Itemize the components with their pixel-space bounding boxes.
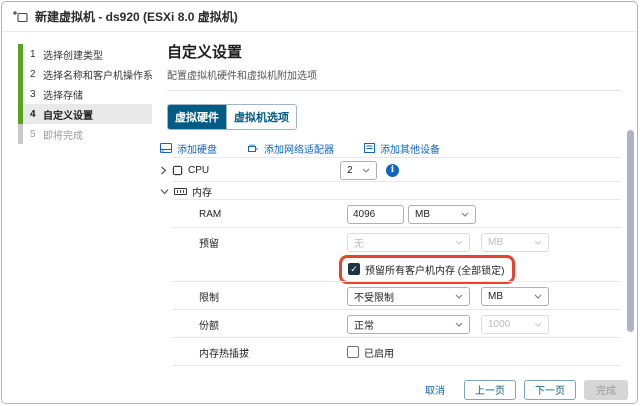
- reserve-all-memory-label: 预留所有客户机内存 (全部锁定): [365, 262, 504, 277]
- cpu-icon: [172, 165, 183, 176]
- dropdown-chevron-icon: [534, 322, 542, 327]
- reservation-label: 预留: [167, 235, 347, 250]
- header-divider: [167, 90, 621, 91]
- ram-row: RAM MB: [167, 200, 621, 228]
- new-vm-wizard-dialog: 新建虚拟机 - ds920 (ESXi 8.0 虚拟机) 1 选择创建类型 2 …: [1, 1, 638, 404]
- page-subtitle: 配置虚拟机硬件和虚拟机附加选项: [167, 67, 637, 82]
- add-network-adapter-link[interactable]: 添加网络适配器: [247, 141, 334, 156]
- finish-button[interactable]: 完成: [584, 380, 628, 400]
- shares-label: 份额: [167, 317, 347, 332]
- scrollbar-thumb[interactable]: [627, 130, 634, 332]
- cpu-row: CPU 2 i: [167, 158, 621, 182]
- add-other-device-link[interactable]: 添加其他设备: [364, 141, 440, 156]
- limit-select[interactable]: 不受限制: [347, 287, 470, 306]
- dropdown-chevron-icon: [534, 240, 542, 245]
- dropdown-chevron-icon: [534, 294, 542, 299]
- add-disk-link[interactable]: 添加硬盘: [160, 141, 217, 156]
- tab-virtual-hardware[interactable]: 虚拟硬件: [168, 105, 226, 129]
- chevron-right-icon[interactable]: [160, 166, 167, 175]
- dropdown-chevron-icon: [455, 322, 463, 327]
- shares-row: 份额 正常 1000: [167, 310, 621, 338]
- hardware-list: 添加硬盘 添加网络适配器: [167, 138, 621, 376]
- network-adapter-icon: [247, 143, 259, 153]
- footer-bar: 取消 上一页 下一页 完成: [2, 376, 637, 403]
- step-item-select-storage[interactable]: 3 选择存储: [18, 84, 152, 104]
- annotation-highlight: ✓ 预留所有客户机内存 (全部锁定): [339, 255, 515, 284]
- dropdown-chevron-icon: [362, 168, 370, 173]
- step-item-ready-to-complete[interactable]: 5 即将完成: [18, 124, 152, 144]
- memory-section-label: 内存: [192, 184, 212, 199]
- memory-hotplug-label: 内存热插拔: [167, 345, 347, 360]
- dialog-title: 新建虚拟机 - ds920 (ESXi 8.0 虚拟机): [35, 8, 238, 25]
- disk-row: 硬盘 1 GB ✕: [167, 366, 621, 376]
- dropdown-chevron-icon: [455, 240, 463, 245]
- limit-unit-select[interactable]: MB: [481, 287, 549, 306]
- step-item-customize-settings[interactable]: 4 自定义设置: [18, 104, 152, 124]
- tab-group: 虚拟硬件 虚拟机选项: [167, 104, 297, 130]
- ram-label: RAM: [167, 209, 347, 220]
- shares-select[interactable]: 正常: [347, 315, 470, 334]
- ram-size-input[interactable]: [347, 205, 404, 224]
- shares-qty-select: 1000: [481, 315, 549, 334]
- reservation-row: 预留 无 MB: [167, 228, 621, 256]
- wizard-content: 自定义设置 配置虚拟机硬件和虚拟机附加选项 虚拟硬件 虚拟机选项: [152, 33, 637, 376]
- next-button[interactable]: 下一页: [524, 380, 576, 400]
- wizard-steps: 1 选择创建类型 2 选择名称和客户机操作系统 3 选择存储 4 自定义设置 5…: [2, 33, 152, 376]
- hard-disk-icon: [160, 143, 172, 153]
- tab-vm-options[interactable]: 虚拟机选项: [226, 105, 296, 129]
- step-label: 自定义设置: [43, 107, 93, 122]
- limit-label: 限制: [167, 289, 347, 304]
- other-device-icon: [364, 143, 375, 153]
- memory-section-row: 内存: [167, 182, 621, 200]
- chevron-down-icon[interactable]: [160, 188, 169, 195]
- ram-unit-select[interactable]: MB: [408, 205, 476, 224]
- page-title: 自定义设置: [167, 41, 637, 62]
- limit-row: 限制 不受限制 MB: [167, 282, 621, 310]
- step-label: 选择存储: [43, 87, 83, 102]
- memory-hotplug-checkbox-label: 已启用: [364, 345, 394, 360]
- reservation-unit-select: MB: [481, 233, 549, 252]
- cpu-label: CPU: [188, 165, 209, 176]
- reserve-all-memory-row: ✓ 预留所有客户机内存 (全部锁定): [167, 256, 621, 282]
- new-vm-icon: [12, 10, 28, 24]
- memory-hotplug-row: 内存热插拔 已启用: [167, 338, 621, 366]
- cpu-count-select[interactable]: 2: [340, 161, 377, 180]
- back-button[interactable]: 上一页: [464, 380, 516, 400]
- info-icon[interactable]: i: [386, 164, 399, 177]
- memory-icon: [174, 187, 187, 196]
- dropdown-chevron-icon: [461, 212, 469, 217]
- step-item-select-creation-type[interactable]: 1 选择创建类型: [18, 44, 152, 64]
- title-bar: 新建虚拟机 - ds920 (ESXi 8.0 虚拟机): [2, 2, 637, 32]
- step-label: 即将完成: [43, 127, 83, 142]
- reservation-select: 无: [347, 233, 470, 252]
- cancel-button[interactable]: 取消: [425, 382, 445, 397]
- add-device-toolbar: 添加硬盘 添加网络适配器: [167, 138, 621, 158]
- step-item-select-name-guest-os[interactable]: 2 选择名称和客户机操作系统: [18, 64, 152, 84]
- step-label: 选择创建类型: [43, 47, 103, 62]
- dropdown-chevron-icon: [455, 294, 463, 299]
- step-label: 选择名称和客户机操作系统: [43, 67, 152, 82]
- memory-hotplug-checkbox[interactable]: [347, 346, 359, 358]
- reserve-all-memory-checkbox[interactable]: ✓: [348, 263, 360, 275]
